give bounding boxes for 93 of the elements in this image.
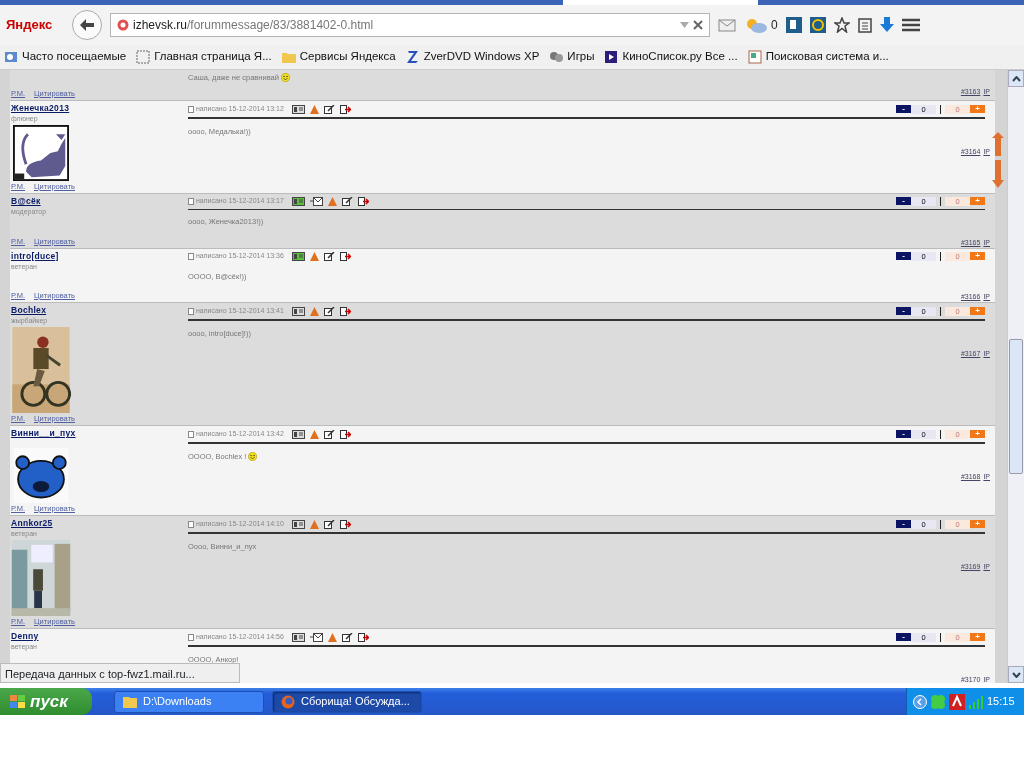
edit-icon[interactable] [323,429,335,439]
author-link[interactable]: Женечка2013 [11,102,70,115]
author-link[interactable]: intro[duce] [11,250,59,263]
vote-down-button[interactable]: - [896,430,911,438]
exit-icon[interactable] [339,104,351,114]
page-icon [188,430,194,438]
vote-down-button[interactable]: - [896,307,911,315]
author-link[interactable]: Annkor25 [11,517,53,530]
expand-icon[interactable] [913,694,927,709]
bookmark-icon [136,50,151,64]
page-icon [188,252,194,260]
bookmark-icon [604,50,619,64]
warning-icon[interactable] [327,632,337,642]
edit-icon[interactable] [323,519,335,529]
clock: 15:15 [987,694,1015,710]
download-icon[interactable] [879,17,894,33]
windows-flag-icon [10,694,26,709]
author-link[interactable]: B@сёк [11,195,41,208]
profile-card-icon[interactable] [291,632,305,642]
profile-card-icon[interactable] [291,196,305,206]
vote-down-button[interactable]: - [896,252,911,261]
status-text: Передача данных с top-fwz1.mail.ru... [0,663,240,683]
mail-icon[interactable] [309,196,323,206]
bookmark-item[interactable]: Часто посещаемые [4,48,127,66]
page-icon [188,520,194,528]
taskbar-button[interactable]: Сборища! Обсужда... [272,690,422,713]
profile-card-icon[interactable] [291,306,305,316]
exit-icon[interactable] [339,306,351,316]
folder-icon [123,694,137,709]
edit-icon[interactable] [323,104,335,114]
bookmark-item[interactable]: Игры [549,48,595,66]
bookmark-item[interactable]: Поисковая система и... [747,48,889,66]
browser-logo[interactable]: Яндекс [6,15,64,35]
bookmark-item[interactable]: ZverDVD Windows XP [405,48,540,66]
scrollbar-thumb[interactable] [1009,339,1023,474]
clipboard-icon[interactable] [857,17,872,33]
url-text: izhevsk.ru/forummessage/83/3881402-0.html [133,17,374,34]
page-icon [188,307,194,315]
mail-icon[interactable] [309,632,323,642]
vote-down-button[interactable]: - [896,105,911,113]
antivirus-icon[interactable] [949,693,965,710]
signal-icon [968,694,984,709]
exit-icon[interactable] [339,519,351,529]
close-icon[interactable] [693,20,703,30]
vote-down-button[interactable]: - [896,197,911,206]
back-button[interactable] [72,10,102,40]
address-field[interactable]: izhevsk.ru/forummessage/83/3881402-0.html [110,13,710,37]
caret-down-icon [1011,671,1021,678]
back-arrow-icon [79,18,95,32]
start-button[interactable]: пуск [0,688,92,715]
bookmark-item[interactable]: КиноСписок.ру Все ... [604,48,738,66]
warning-icon[interactable] [309,104,319,114]
profile-card-icon[interactable] [291,251,305,261]
profile-card-icon[interactable] [291,519,305,529]
browser-icon [281,694,295,709]
warning-icon[interactable] [309,429,319,439]
square-app-icon[interactable] [785,17,802,33]
bookmark-item[interactable]: Главная страница Я... [136,48,272,66]
exit-icon[interactable] [339,429,351,439]
author-link[interactable]: Bochlex [11,304,47,317]
bookmark-icon [549,50,564,64]
site-icon [117,19,129,31]
profile-card-icon[interactable] [291,429,305,439]
weather-value: 0 [771,17,778,34]
exit-icon[interactable] [357,196,369,206]
scroll-down-button[interactable] [1008,666,1024,683]
scroll-arrows-icon[interactable] [992,132,1004,188]
vote-down-button[interactable]: - [896,520,911,528]
star-icon[interactable] [833,17,850,33]
exit-icon[interactable] [357,632,369,642]
page-icon [188,105,194,113]
scroll-up-button[interactable] [1008,70,1024,87]
ring-app-icon[interactable] [809,17,826,33]
menu-icon[interactable] [901,18,920,32]
edit-icon[interactable] [323,251,335,261]
edit-icon[interactable] [323,306,335,316]
page-icon [188,633,194,641]
author-link[interactable]: Винни__и_пух [11,427,76,440]
bookmark-item[interactable]: Сервисы Яндекса [281,48,396,66]
page-icon [188,197,194,205]
warning-icon[interactable] [309,251,319,261]
folder-icon [281,50,296,64]
bookmark-icon [4,50,18,64]
profile-card-icon[interactable] [291,104,305,114]
exit-icon[interactable] [339,251,351,261]
edit-icon[interactable] [341,196,353,206]
vote-down-button[interactable]: - [896,633,911,641]
author-link[interactable]: Denny [11,630,39,643]
edit-icon[interactable] [341,632,353,642]
caret-up-icon [1011,75,1021,82]
bookmark-icon [405,50,420,64]
bookmark-icon [747,50,762,64]
taskbar-button[interactable]: D:\Downloads [114,690,264,713]
